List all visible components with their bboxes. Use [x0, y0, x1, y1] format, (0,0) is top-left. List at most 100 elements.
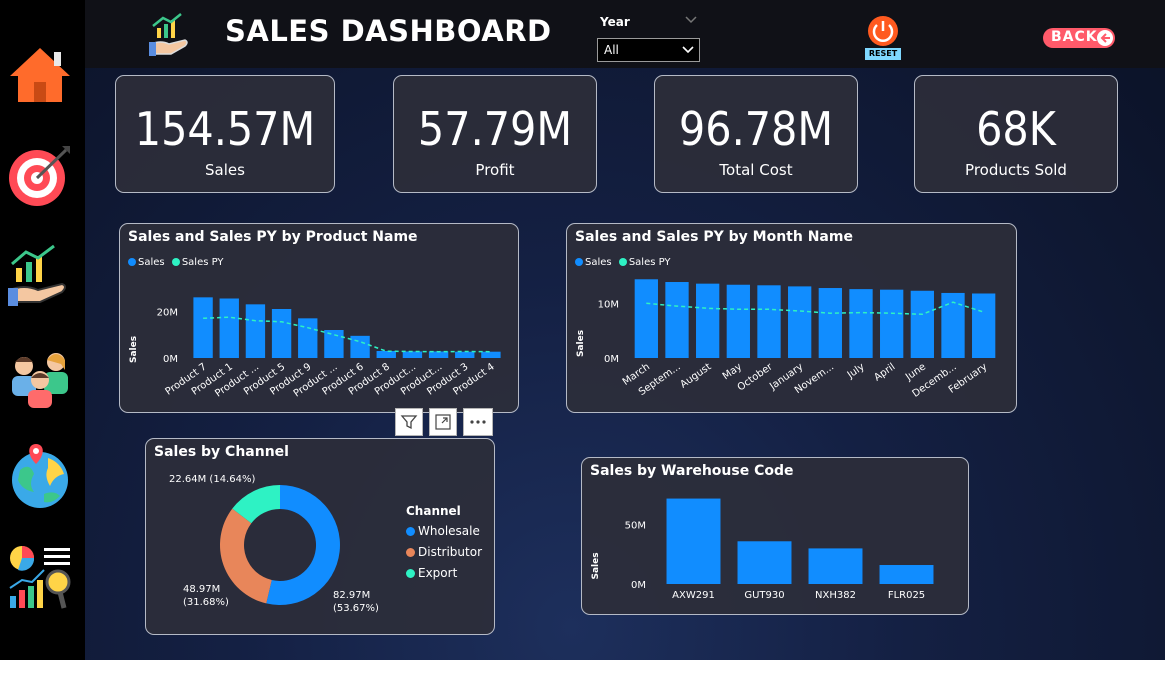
- bar: [879, 565, 934, 584]
- slice-percent: (53.67%): [333, 603, 379, 614]
- legend-label: Distributor: [418, 545, 483, 559]
- kpi-value: 154.57M: [134, 102, 316, 156]
- slice-label-wholesale: 82.97M (53.67%): [333, 589, 379, 615]
- bar: [193, 297, 213, 358]
- kpi-label: Profit: [475, 161, 515, 179]
- bar: [219, 298, 239, 358]
- kpi-label: Sales: [205, 161, 245, 179]
- back-label: BACK: [1051, 29, 1098, 45]
- kpi-label: Total Cost: [719, 161, 793, 179]
- bar: [880, 289, 904, 358]
- year-filter-value: All: [604, 43, 619, 57]
- legend-label: Export: [418, 566, 458, 580]
- bar: [376, 351, 396, 358]
- x-tick-label: GUT930: [744, 590, 784, 601]
- back-arrow-icon: [1097, 30, 1113, 46]
- growth-hand-icon: [149, 13, 188, 56]
- page-title: SALES DASHBOARD: [225, 14, 552, 48]
- x-tick-label: July: [845, 361, 867, 381]
- year-filter-label: Year: [600, 15, 630, 29]
- filter-icon: [400, 415, 418, 430]
- legend-title: Channel: [406, 504, 461, 518]
- bar: [666, 498, 721, 584]
- bar: [910, 290, 934, 358]
- x-tick-label: NXH382: [815, 590, 856, 601]
- expand-icon: [435, 414, 451, 430]
- legend-label: Wholesale: [418, 524, 480, 538]
- legend-item-export[interactable]: Export: [406, 566, 482, 580]
- bar: [726, 284, 750, 358]
- bar: [972, 293, 996, 358]
- legend-item-distributor[interactable]: Distributor: [406, 545, 482, 559]
- reset-button[interactable]: RESET: [865, 14, 901, 62]
- bar: [298, 318, 318, 358]
- bar: [324, 330, 344, 358]
- chevron-down-icon[interactable]: [685, 14, 697, 24]
- warehouse-chart-plot: Sales 0M 50M AXW291 GUT930 NXH382 FLR025: [591, 498, 934, 601]
- y-tick-label: 0M: [604, 354, 619, 365]
- team-icon[interactable]: [4, 340, 76, 412]
- filter-button[interactable]: [395, 408, 423, 436]
- y-tick-label: 0M: [163, 354, 178, 365]
- bar: [481, 351, 501, 358]
- bar: [665, 282, 689, 358]
- bar: [757, 285, 781, 358]
- power-icon: [868, 16, 898, 46]
- kpi-label: Products Sold: [965, 161, 1067, 179]
- slice-label-export: 22.64M (14.64%): [169, 474, 256, 485]
- y-tick-label: 50M: [625, 521, 646, 532]
- kpi-value: 68K: [976, 102, 1056, 156]
- bar: [788, 286, 812, 358]
- x-tick-label: FLR025: [888, 590, 925, 601]
- legend-item-wholesale[interactable]: Wholesale: [406, 524, 482, 538]
- bar: [737, 541, 792, 584]
- product-chart-plot: Sales 0M20MProduct 7Product 1Product ...P…: [129, 297, 501, 400]
- bar: [271, 309, 292, 358]
- y-axis-title: Sales: [576, 330, 586, 357]
- bar: [402, 351, 423, 358]
- bar: [849, 289, 873, 358]
- home-icon[interactable]: [4, 40, 76, 112]
- kpi-value: 96.78M: [678, 102, 834, 156]
- focus-mode-button[interactable]: [429, 408, 457, 436]
- kpi-card-profit: 57.79M Profit: [393, 75, 597, 193]
- slice-percent: (31.68%): [183, 597, 229, 608]
- kpi-card-sales: 154.57M Sales: [115, 75, 335, 193]
- chart-sales-by-month[interactable]: Sales and Sales PY by Month Name Sales S…: [566, 223, 1017, 413]
- kpi-card-products-sold: 68K Products Sold: [914, 75, 1118, 193]
- month-chart-plot: Sales0M10MMarchSeptem...August MayOctober…: [576, 279, 996, 400]
- kpi-value: 57.79M: [417, 102, 573, 156]
- chart-sales-by-channel[interactable]: Sales by Channel 22.64M (14.64%) 48.97M …: [145, 438, 495, 635]
- slice-value: 82.97M: [333, 590, 371, 601]
- bar: [245, 304, 266, 358]
- growth-hand-icon[interactable]: [4, 240, 76, 312]
- x-tick-label: October: [736, 361, 776, 393]
- chart-sales-by-warehouse[interactable]: Sales by Warehouse Code Sales 0M 50M AXW291…: [581, 457, 969, 615]
- back-button[interactable]: BACK: [1043, 28, 1115, 48]
- more-icon: [470, 420, 486, 424]
- bar: [455, 351, 475, 358]
- bar: [818, 288, 842, 358]
- dashboard-canvas: SALES DASHBOARD Year All RESET BACK 154.…: [85, 0, 1165, 660]
- sidebar: [0, 0, 85, 660]
- year-filter-dropdown[interactable]: All: [597, 38, 700, 62]
- x-tick-label: August: [678, 361, 713, 390]
- reset-label: RESET: [865, 48, 901, 60]
- y-tick-label: 20M: [157, 307, 178, 318]
- target-icon[interactable]: [4, 140, 76, 212]
- x-tick-label: April: [872, 361, 897, 383]
- kpi-card-total-cost: 96.78M Total Cost: [654, 75, 858, 193]
- x-tick-label: AXW291: [672, 590, 715, 601]
- x-tick-label: May: [721, 361, 744, 382]
- more-options-button[interactable]: [463, 408, 493, 436]
- globe-map-icon[interactable]: [4, 440, 76, 512]
- analytics-icon[interactable]: [4, 540, 76, 612]
- y-tick-label: 0M: [631, 580, 646, 591]
- y-tick-label: 10M: [598, 299, 619, 310]
- chart-sales-by-product[interactable]: Sales and Sales PY by Product Name Sales…: [119, 223, 519, 413]
- channel-legend: Channel Wholesale Distributor Export: [406, 504, 482, 587]
- y-axis-title: Sales: [129, 336, 139, 363]
- bar: [696, 283, 720, 358]
- header-bar: SALES DASHBOARD Year All RESET BACK: [85, 0, 1165, 68]
- slice-value: 48.97M: [183, 584, 221, 595]
